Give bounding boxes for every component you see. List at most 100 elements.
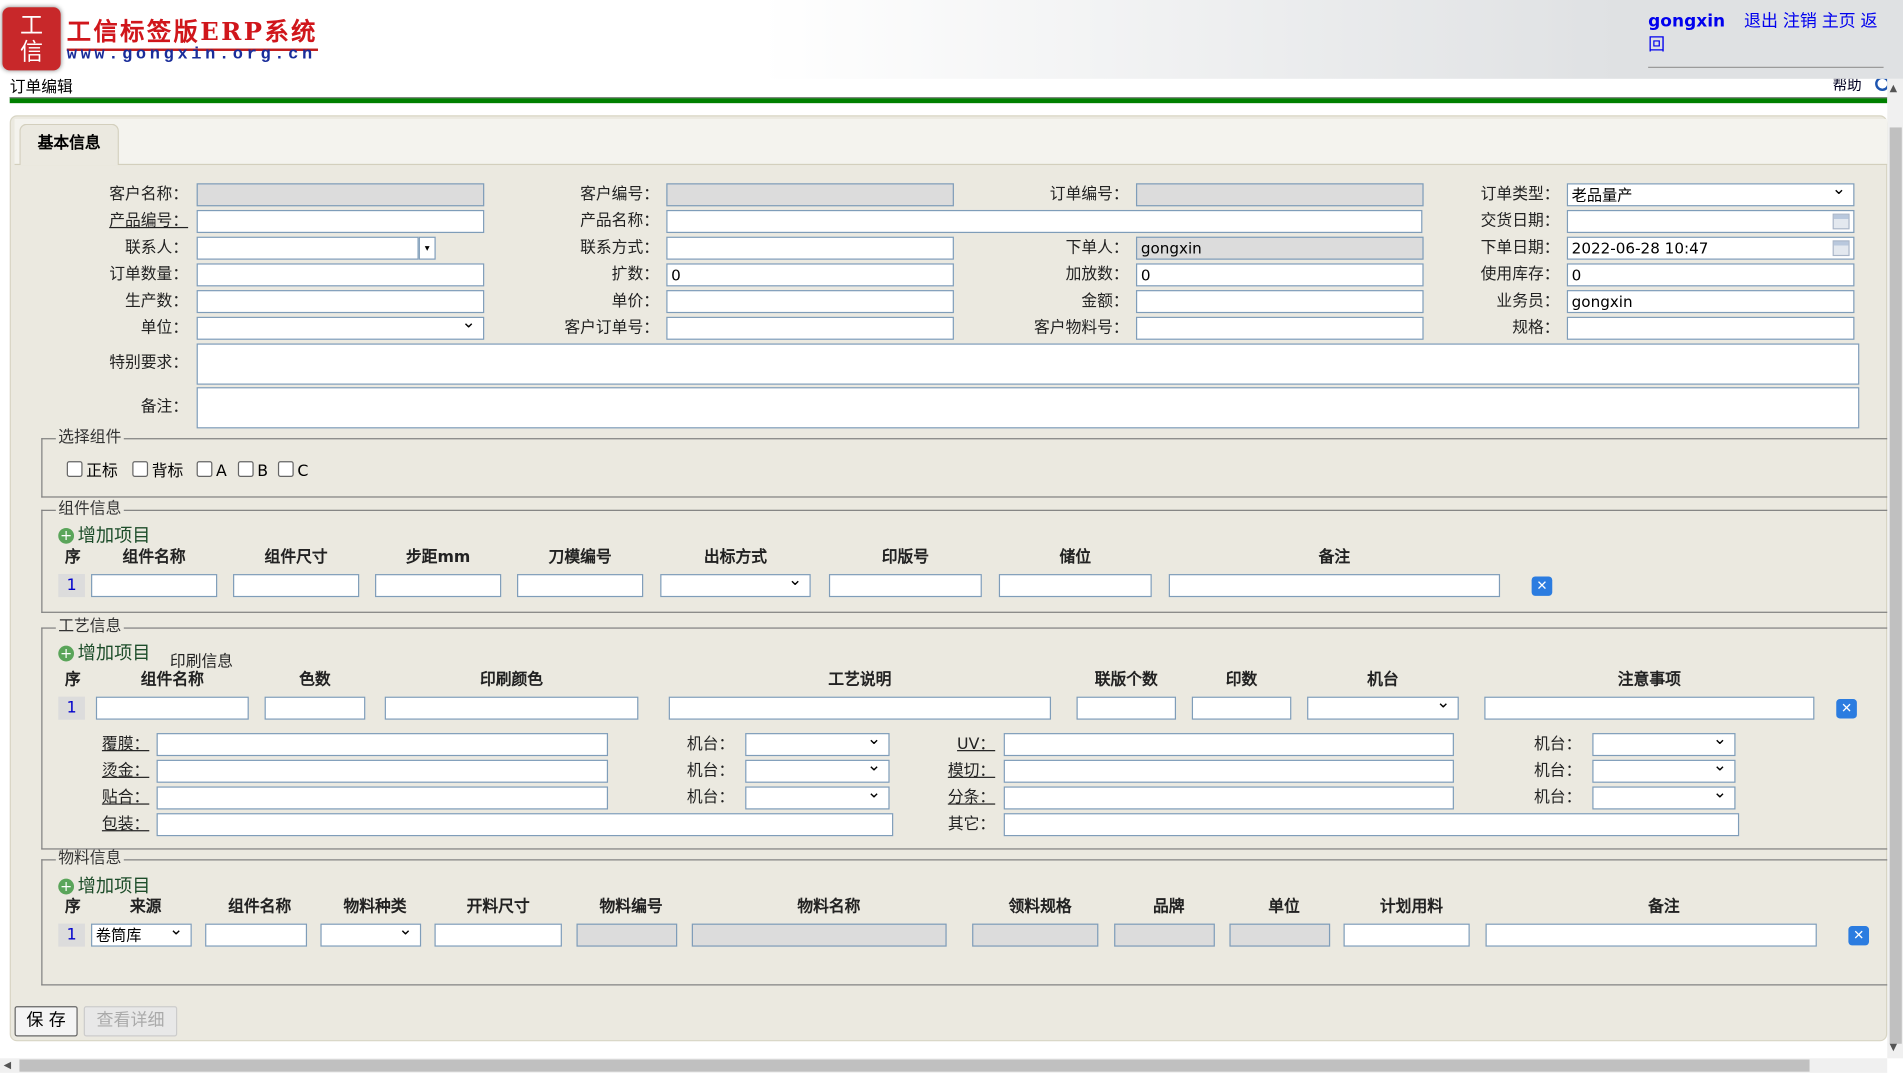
add-material-button[interactable]: +增加项目 bbox=[58, 875, 150, 897]
component-remark-input[interactable] bbox=[1169, 574, 1500, 597]
customer-no-input[interactable] bbox=[666, 183, 954, 206]
contact-input[interactable] bbox=[197, 237, 419, 260]
delete-row-icon[interactable]: ✕ bbox=[1836, 699, 1857, 718]
scroll-down-icon[interactable]: ▼ bbox=[1890, 1041, 1897, 1052]
color-count-input[interactable] bbox=[265, 697, 366, 720]
delete-row-icon[interactable]: ✕ bbox=[1848, 926, 1869, 945]
contact-dropdown-button[interactable]: ▾ bbox=[419, 237, 436, 260]
output-method-select[interactable] bbox=[660, 574, 810, 597]
print-color-input[interactable] bbox=[385, 697, 639, 720]
logoff-link[interactable]: 注销 bbox=[1783, 12, 1817, 31]
die-cut-input[interactable] bbox=[1004, 760, 1454, 783]
bonding-label[interactable]: 贴合： bbox=[4, 786, 150, 809]
plate-no-input[interactable] bbox=[829, 574, 982, 597]
back-link-wrap[interactable]: 回 bbox=[1648, 34, 1665, 57]
order-type-select[interactable]: 老品量产 bbox=[1567, 183, 1855, 206]
orderer-input[interactable]: gongxin bbox=[1136, 237, 1424, 260]
material-name-input[interactable] bbox=[692, 924, 947, 947]
packaging-input[interactable] bbox=[157, 813, 894, 836]
slitting-machine-select[interactable] bbox=[1592, 786, 1735, 809]
tab-basic-info[interactable]: 基本信息 bbox=[19, 124, 119, 165]
material-unit-input[interactable] bbox=[1229, 924, 1330, 947]
checkbox[interactable] bbox=[132, 461, 148, 477]
product-no-input[interactable] bbox=[197, 210, 485, 233]
unit-select[interactable] bbox=[197, 317, 485, 340]
production-qty-input[interactable] bbox=[197, 290, 485, 313]
remark-textarea[interactable] bbox=[197, 387, 1860, 428]
expand-input[interactable]: 0 bbox=[666, 263, 954, 286]
customer-material-no-input[interactable] bbox=[1136, 317, 1424, 340]
calendar-icon[interactable] bbox=[1833, 240, 1850, 256]
special-textarea[interactable] bbox=[197, 343, 1860, 384]
checkbox[interactable] bbox=[67, 461, 83, 477]
scroll-left-icon[interactable]: ◀ bbox=[4, 1060, 11, 1071]
step-input[interactable] bbox=[375, 574, 501, 597]
slitting-input[interactable] bbox=[1004, 786, 1454, 809]
checkbox[interactable] bbox=[278, 461, 294, 477]
product-no-label[interactable]: 产品编号： bbox=[42, 210, 188, 233]
slitting-label[interactable]: 分条： bbox=[850, 786, 996, 809]
back-link[interactable]: 返 bbox=[1861, 12, 1878, 31]
delete-row-icon[interactable]: ✕ bbox=[1532, 576, 1553, 595]
order-date-input[interactable]: 2022-06-28 10:47 bbox=[1567, 237, 1855, 260]
material-type-select[interactable] bbox=[320, 924, 421, 947]
product-name-input[interactable] bbox=[666, 210, 1422, 233]
salesman-input[interactable]: gongxin bbox=[1567, 290, 1855, 313]
checkbox-front-label[interactable]: 正标 bbox=[67, 461, 118, 482]
contact-method-input[interactable] bbox=[666, 237, 954, 260]
checkbox-a[interactable]: A bbox=[197, 461, 227, 482]
hot-stamp-input[interactable] bbox=[157, 760, 608, 783]
vertical-scroll-thumb[interactable] bbox=[1890, 127, 1902, 1043]
scroll-up-icon[interactable]: ▲ bbox=[1890, 83, 1897, 94]
customer-order-no-input[interactable] bbox=[666, 317, 954, 340]
uv-machine-select[interactable] bbox=[1592, 733, 1735, 756]
delivery-date-input[interactable] bbox=[1567, 210, 1855, 233]
component-size-input[interactable] bbox=[233, 574, 359, 597]
add-process-button[interactable]: +增加项目 bbox=[58, 642, 150, 664]
bonding-input[interactable] bbox=[157, 786, 608, 809]
logout-link[interactable]: 退出 bbox=[1744, 12, 1778, 31]
storage-input[interactable] bbox=[999, 574, 1152, 597]
order-no-input[interactable] bbox=[1136, 183, 1424, 206]
die-cut-label[interactable]: 模切： bbox=[850, 760, 996, 783]
die-no-input[interactable] bbox=[517, 574, 643, 597]
checkbox-b[interactable]: B bbox=[238, 461, 268, 482]
layout-count-input[interactable] bbox=[1077, 697, 1177, 720]
packaging-label[interactable]: 包装： bbox=[4, 813, 150, 836]
material-no-input[interactable] bbox=[576, 924, 677, 947]
save-button[interactable]: 保 存 bbox=[15, 1006, 78, 1036]
material-component-input[interactable] bbox=[205, 924, 307, 947]
print-qty-input[interactable] bbox=[1192, 697, 1292, 720]
material-remark-input[interactable] bbox=[1486, 924, 1817, 947]
horizontal-scroll-thumb[interactable] bbox=[19, 1060, 1809, 1072]
lamination-label[interactable]: 覆膜： bbox=[4, 733, 150, 756]
pick-spec-input[interactable] bbox=[972, 924, 1098, 947]
source-select[interactable]: 卷筒库 bbox=[91, 924, 192, 947]
current-user[interactable]: gongxin bbox=[1648, 12, 1725, 31]
help-icon[interactable] bbox=[1875, 79, 1887, 91]
cut-size-input[interactable] bbox=[434, 924, 561, 947]
home-link[interactable]: 主页 bbox=[1822, 12, 1856, 31]
order-qty-input[interactable] bbox=[197, 263, 485, 286]
view-detail-button[interactable]: 查看详细 bbox=[84, 1006, 177, 1036]
unit-price-input[interactable] bbox=[666, 290, 954, 313]
amount-input[interactable] bbox=[1136, 290, 1424, 313]
hot-stamp-label[interactable]: 烫金： bbox=[4, 760, 150, 783]
die-cut-machine-select[interactable] bbox=[1592, 760, 1735, 783]
other-input[interactable] bbox=[1004, 813, 1739, 836]
uv-label[interactable]: UV： bbox=[850, 733, 996, 756]
checkbox-back-label[interactable]: 背标 bbox=[132, 461, 183, 482]
checkbox[interactable] bbox=[238, 461, 254, 477]
customer-name-input[interactable] bbox=[197, 183, 485, 206]
add-component-button[interactable]: +增加项目 bbox=[58, 524, 150, 546]
machine-select[interactable] bbox=[1307, 697, 1459, 720]
checkbox[interactable] bbox=[197, 461, 213, 477]
checkbox-c[interactable]: C bbox=[278, 461, 308, 482]
component-name-input[interactable] bbox=[91, 574, 217, 597]
notes-input[interactable] bbox=[1484, 697, 1814, 720]
help-link[interactable]: 帮助 bbox=[1833, 79, 1862, 95]
process-desc-input[interactable] bbox=[669, 697, 1051, 720]
print-info-link[interactable]: 印刷信息 bbox=[170, 648, 233, 671]
spec-input[interactable] bbox=[1567, 317, 1855, 340]
uv-input[interactable] bbox=[1004, 733, 1454, 756]
